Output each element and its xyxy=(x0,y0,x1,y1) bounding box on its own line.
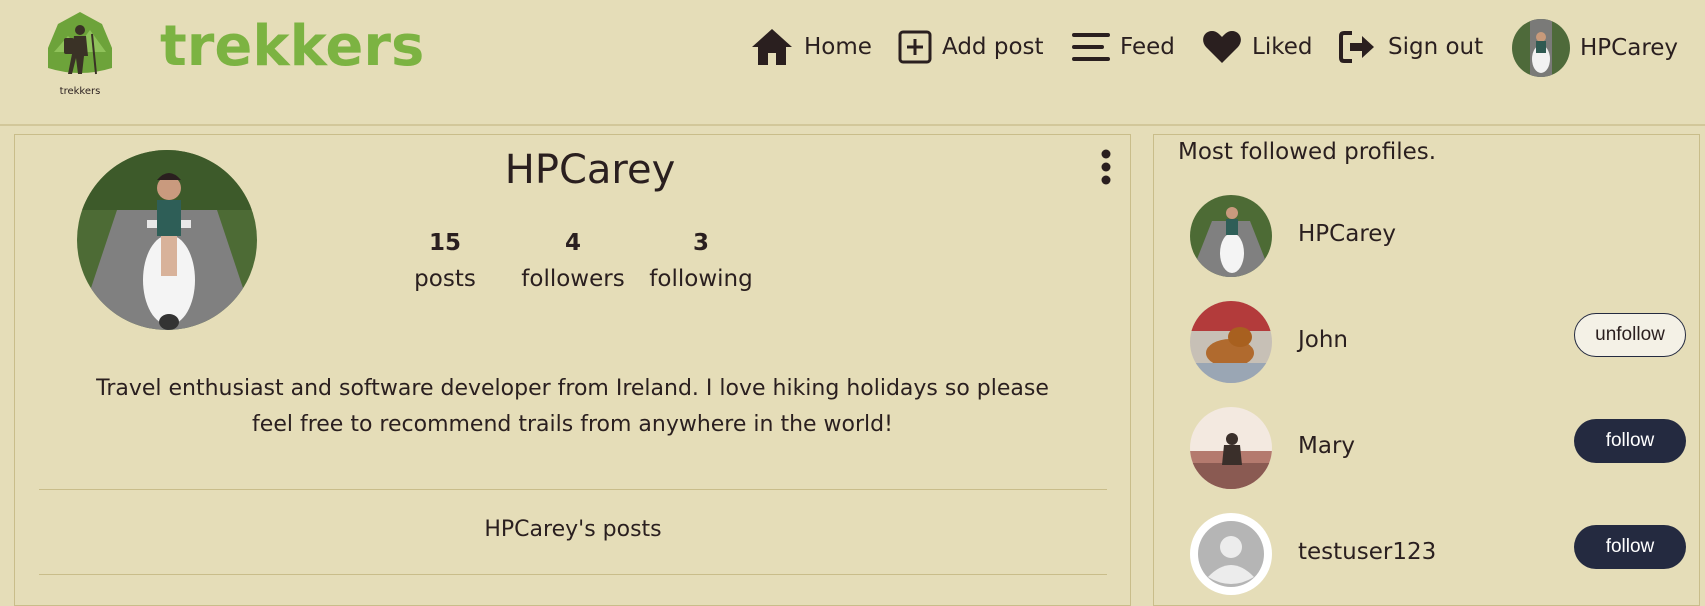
avatar[interactable] xyxy=(1190,513,1272,595)
list-item: testuser123 follow xyxy=(1190,513,1686,597)
divider xyxy=(39,574,1107,575)
nav-sign-out[interactable]: Sign out xyxy=(1338,26,1483,68)
profile-card: HPCarey 15 posts 4 followers 3 following… xyxy=(14,134,1131,606)
profile-name: HPCarey xyxy=(504,147,676,193)
unfollow-button[interactable]: unfollow xyxy=(1574,313,1686,357)
profile-avatar xyxy=(77,150,257,330)
nav-feed[interactable]: Feed xyxy=(1072,26,1175,68)
sign-out-icon xyxy=(1339,31,1374,63)
profile-name-link[interactable]: Mary xyxy=(1298,433,1355,459)
nav-add-post[interactable]: Add post xyxy=(898,26,1044,68)
brand-name[interactable]: trekkers xyxy=(160,14,424,79)
logo-caption: trekkers xyxy=(59,86,101,97)
feed-icon xyxy=(1072,33,1110,61)
stat-posts: 15 posts xyxy=(380,225,510,297)
most-followed-card: Most followed profiles. HPCarey John unf… xyxy=(1153,134,1700,606)
profile-name-link[interactable]: John xyxy=(1298,327,1348,353)
stat-posts-label: posts xyxy=(414,266,476,292)
nav-liked-label: Liked xyxy=(1252,34,1313,60)
nav-sign-out-label: Sign out xyxy=(1388,34,1484,60)
list-item: Mary follow xyxy=(1190,407,1686,491)
user-avatar xyxy=(1512,19,1570,77)
follow-button[interactable]: follow xyxy=(1574,419,1686,463)
more-options-icon[interactable] xyxy=(1099,149,1113,185)
add-post-icon xyxy=(898,30,932,64)
home-icon xyxy=(752,29,792,65)
stat-following-label: following xyxy=(649,266,753,292)
stat-posts-value: 15 xyxy=(428,230,461,256)
stat-following: 3 following xyxy=(636,225,766,297)
nav-home[interactable]: Home xyxy=(750,26,872,68)
profile-name-link[interactable]: HPCarey xyxy=(1298,221,1396,247)
profile-bio: Travel enthusiast and software developer… xyxy=(96,376,1049,437)
nav-liked[interactable]: Liked xyxy=(1202,26,1312,68)
stat-followers-label: followers xyxy=(521,266,625,292)
stat-following-value: 3 xyxy=(692,230,709,256)
profile-name-link[interactable]: testuser123 xyxy=(1298,539,1436,565)
stat-followers: 4 followers xyxy=(508,225,638,297)
avatar[interactable] xyxy=(1190,301,1272,383)
nav-user-profile[interactable]: HPCarey xyxy=(1512,19,1678,77)
posts-heading: HPCarey's posts xyxy=(484,517,662,542)
nav-feed-label: Feed xyxy=(1120,34,1175,60)
list-item: John unfollow xyxy=(1190,301,1686,385)
most-followed-title: Most followed profiles. xyxy=(1178,139,1437,165)
list-item: HPCarey xyxy=(1190,195,1680,279)
avatar[interactable] xyxy=(1190,195,1272,277)
nav-home-label: Home xyxy=(804,34,872,60)
navbar: trekkers trekkers Home Add post Feed Lik… xyxy=(0,0,1705,126)
divider xyxy=(39,489,1107,490)
heart-icon xyxy=(1203,31,1241,63)
avatar[interactable] xyxy=(1190,407,1272,489)
nav-add-post-label: Add post xyxy=(942,34,1044,60)
stat-followers-value: 4 xyxy=(564,230,581,256)
nav-username: HPCarey xyxy=(1580,35,1679,61)
follow-button[interactable]: follow xyxy=(1574,525,1686,569)
